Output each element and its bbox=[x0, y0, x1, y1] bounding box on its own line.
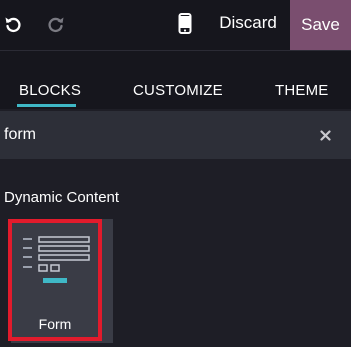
undo-icon bbox=[5, 17, 21, 33]
snippet-search bbox=[0, 111, 351, 159]
form-snippet-icon bbox=[23, 236, 90, 283]
tab-blocks[interactable]: BLOCKS bbox=[19, 82, 81, 99]
undo-button[interactable] bbox=[0, 11, 26, 37]
mobile-preview-button[interactable] bbox=[172, 11, 198, 37]
editor-tabs: BLOCKS CUSTOMIZE THEME bbox=[0, 51, 351, 109]
section-title: Dynamic Content bbox=[4, 189, 120, 206]
clear-search-button[interactable] bbox=[316, 126, 334, 144]
close-icon bbox=[319, 129, 331, 141]
editor-toolbar: Discard Save bbox=[0, 0, 351, 51]
discard-button[interactable]: Discard bbox=[206, 0, 290, 46]
tab-customize[interactable]: CUSTOMIZE bbox=[133, 82, 223, 99]
search-input[interactable] bbox=[0, 111, 300, 159]
redo-button[interactable] bbox=[43, 11, 69, 37]
tab-theme[interactable]: THEME bbox=[275, 82, 329, 99]
redo-icon bbox=[48, 17, 64, 33]
mobile-preview-icon bbox=[178, 13, 192, 34]
save-button[interactable]: Save bbox=[290, 0, 351, 50]
active-tab-indicator bbox=[17, 104, 76, 107]
snippet-label: Form bbox=[38, 316, 72, 332]
